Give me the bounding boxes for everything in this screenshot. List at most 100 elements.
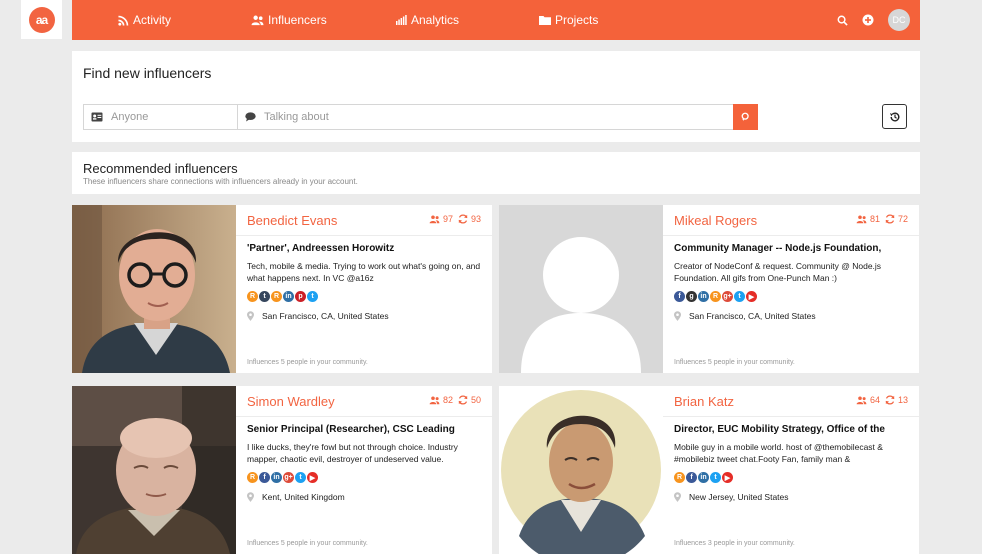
influencer-bio: Tech, mobile & media. Trying to work out… [247, 261, 481, 283]
google-plus-icon[interactable]: g+ [283, 472, 294, 483]
card-divider [663, 416, 919, 417]
bar-chart-icon [396, 15, 407, 25]
nav-actions: DC [837, 0, 910, 40]
twitter-icon[interactable]: t [734, 291, 745, 302]
reset-search-button[interactable] [882, 104, 907, 129]
influencer-photo[interactable] [72, 386, 236, 554]
user-avatar[interactable]: DC [888, 9, 910, 31]
facebook-icon[interactable]: f [259, 472, 270, 483]
social-links: Rt Rin p t [247, 291, 318, 302]
social-links: f g in Rg+ t ▶ [674, 291, 757, 302]
nav-projects-label: Projects [555, 13, 599, 27]
influencer-card[interactable]: Simon Wardley 82 50 Senior Principal (Re… [72, 386, 492, 554]
nav-activity[interactable]: Activity [118, 0, 171, 40]
influencer-photo[interactable] [499, 205, 663, 373]
tumblr-icon[interactable]: t [259, 291, 270, 302]
followers-count: 82 [442, 395, 453, 405]
facebook-icon[interactable]: f [674, 291, 685, 302]
influencer-location: Kent, United Kingdom [247, 492, 345, 502]
influencer-role: Senior Principal (Researcher), CSC Leadi… [247, 424, 455, 435]
influencer-bio: Mobile guy in a mobile world. host of @t… [674, 442, 883, 464]
influencer-card[interactable]: Brian Katz 64 13 Director, EUC Mobility … [499, 386, 919, 554]
nav-analytics-label: Analytics [411, 13, 460, 27]
rss-icon[interactable]: R [247, 472, 258, 483]
card-divider [663, 235, 919, 236]
youtube-icon[interactable]: ▶ [722, 472, 733, 483]
logo-mark: aa [28, 6, 55, 33]
youtube-icon[interactable]: ▶ [307, 472, 318, 483]
refresh-icon [885, 214, 895, 224]
linkedin-icon[interactable]: in [698, 472, 709, 483]
map-pin-icon [674, 492, 681, 502]
folder-icon [539, 16, 551, 25]
reach-count: 93 [470, 214, 481, 224]
social-links: Rf in g+ t ▶ [247, 472, 318, 483]
speech-bubble-icon [245, 112, 256, 122]
twitter-icon[interactable]: t [307, 291, 318, 302]
twitter-icon[interactable]: t [295, 472, 306, 483]
github-icon[interactable]: g [686, 291, 697, 302]
influencer-name[interactable]: Benedict Evans [247, 213, 337, 228]
search-bar: Anyone Talking about [83, 104, 758, 130]
nav-activity-label: Activity [133, 13, 172, 27]
find-title: Find new influencers [83, 65, 212, 81]
influencer-location: New Jersey, United States [674, 492, 789, 502]
influencer-bio: I like ducks, they're fowl but not throu… [247, 442, 458, 464]
users-icon [429, 214, 440, 223]
reach-count: 13 [897, 395, 908, 405]
influencer-photo[interactable] [72, 205, 236, 373]
app-logo[interactable]: aa [21, 0, 62, 39]
card-body: Benedict Evans 97 93 'Partner', Andreess… [236, 205, 492, 373]
influencer-name[interactable]: Mikeal Rogers [674, 213, 757, 228]
influencer-role: 'Partner', Andreessen Horowitz [247, 243, 395, 254]
pinterest-icon[interactable]: p [295, 291, 306, 302]
nav-projects[interactable]: Projects [539, 0, 598, 40]
search-button[interactable] [733, 104, 758, 130]
linkedin-icon[interactable]: in [271, 472, 282, 483]
map-pin-icon [674, 311, 681, 321]
find-influencers-panel: Find new influencers Anyone Talking abou… [72, 51, 920, 142]
who-field[interactable]: Anyone [84, 105, 238, 129]
reach-count: 72 [897, 214, 908, 224]
rss-icon [118, 15, 129, 26]
search-icon[interactable] [837, 15, 848, 26]
refresh-icon [458, 214, 468, 224]
influencer-stats: 64 13 [856, 395, 908, 405]
rss-icon[interactable]: R [710, 291, 721, 302]
refresh-icon [885, 395, 895, 405]
youtube-icon[interactable]: ▶ [746, 291, 757, 302]
linkedin-icon[interactable]: in [283, 291, 294, 302]
reach-count: 50 [470, 395, 481, 405]
users-icon [856, 214, 867, 223]
rss-icon[interactable]: R [674, 472, 685, 483]
map-pin-icon [247, 311, 254, 321]
followers-count: 81 [869, 214, 880, 224]
card-divider [236, 235, 492, 236]
facebook-icon[interactable]: f [686, 472, 697, 483]
influencer-name[interactable]: Brian Katz [674, 394, 734, 409]
rss-icon[interactable]: R [247, 291, 258, 302]
who-placeholder: Anyone [111, 111, 149, 123]
linkedin-icon[interactable]: in [698, 291, 709, 302]
location-text: New Jersey, United States [689, 492, 789, 502]
influencer-card[interactable]: Benedict Evans 97 93 'Partner', Andreess… [72, 205, 492, 373]
recommended-panel: Recommended influencers These influencer… [72, 152, 920, 194]
google-plus-icon[interactable]: g+ [722, 291, 733, 302]
influencer-photo[interactable] [499, 386, 663, 554]
influence-summary: Influences 5 people in your community. [674, 359, 795, 366]
influence-summary: Influences 3 people in your community. [674, 540, 795, 547]
influencer-card[interactable]: Mikeal Rogers 81 72 Community Manager --… [499, 205, 919, 373]
rss-icon[interactable]: R [271, 291, 282, 302]
nav-analytics[interactable]: Analytics [396, 0, 459, 40]
influencer-name[interactable]: Simon Wardley [247, 394, 335, 409]
influencer-role: Director, EUC Mobility Strategy, Office … [674, 424, 885, 435]
refresh-icon [458, 395, 468, 405]
influence-summary: Influences 5 people in your community. [247, 540, 368, 547]
topic-field[interactable]: Talking about [238, 105, 733, 129]
nav-influencers[interactable]: Influencers [251, 0, 327, 40]
location-text: San Francisco, CA, United States [689, 311, 816, 321]
add-circle-icon[interactable] [862, 14, 874, 26]
influencer-location: San Francisco, CA, United States [674, 311, 816, 321]
influence-summary: Influences 5 people in your community. [247, 359, 368, 366]
twitter-icon[interactable]: t [710, 472, 721, 483]
